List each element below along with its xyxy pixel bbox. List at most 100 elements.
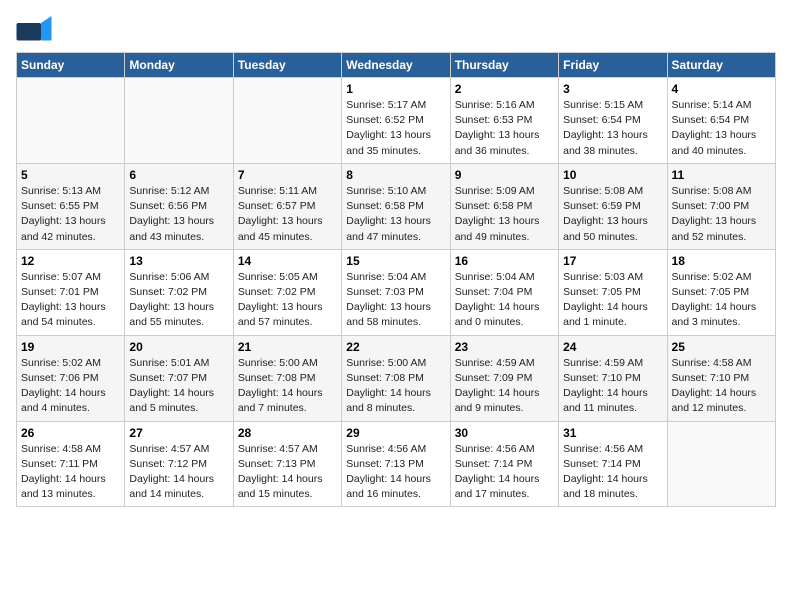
day-number: 2 [455, 82, 554, 96]
calendar-cell: 6Sunrise: 5:12 AM Sunset: 6:56 PM Daylig… [125, 163, 233, 249]
day-number: 17 [563, 254, 662, 268]
day-info: Sunrise: 4:58 AM Sunset: 7:10 PM Dayligh… [672, 356, 771, 417]
calendar-cell: 18 Sunrise: 5:02 AM Sunset: 7:05 PM Dayli… [667, 249, 775, 335]
day-number: 10 [563, 168, 662, 182]
day-info: Sunrise: 4:56 AM Sunset: 7:14 PM Dayligh… [563, 442, 662, 503]
day-number: 5 [21, 168, 120, 182]
calendar-cell: 14Sunrise: 5:05 AM Sunset: 7:02 PM Dayli… [233, 249, 341, 335]
calendar-week-1: 1 Sunrise: 5:17 AM Sunset: 6:52 PM Daylig… [17, 78, 776, 164]
day-info: Sunrise: 5:00 AM Sunset: 7:08 PM Dayligh… [238, 356, 337, 417]
calendar-cell: 22Sunrise: 5:00 AM Sunset: 7:08 PM Dayli… [342, 335, 450, 421]
day-number: 14 [238, 254, 337, 268]
calendar-cell: 20 Sunrise: 5:01 AM Sunset: 7:07 PM Dayli… [125, 335, 233, 421]
calendar-cell: 1 Sunrise: 5:17 AM Sunset: 6:52 PM Daylig… [342, 78, 450, 164]
day-number: 7 [238, 168, 337, 182]
calendar-cell [17, 78, 125, 164]
day-info: Sunrise: 5:07 AM Sunset: 7:01 PM Dayligh… [21, 270, 120, 331]
calendar-header-wednesday: Wednesday [342, 53, 450, 78]
day-number: 1 [346, 82, 445, 96]
calendar-cell: 21Sunrise: 5:00 AM Sunset: 7:08 PM Dayli… [233, 335, 341, 421]
day-number: 28 [238, 426, 337, 440]
day-info: Sunrise: 5:03 AM Sunset: 7:05 PM Dayligh… [563, 270, 662, 331]
day-number: 19 [21, 340, 120, 354]
day-number: 23 [455, 340, 554, 354]
day-info: Sunrise: 5:12 AM Sunset: 6:56 PM Dayligh… [129, 184, 228, 245]
day-number: 27 [129, 426, 228, 440]
day-info: Sunrise: 4:57 AM Sunset: 7:12 PM Dayligh… [129, 442, 228, 503]
day-info: Sunrise: 5:01 AM Sunset: 7:07 PM Dayligh… [129, 356, 228, 417]
day-number: 20 [129, 340, 228, 354]
calendar-week-2: 5 Sunrise: 5:13 AM Sunset: 6:55 PM Daylig… [17, 163, 776, 249]
calendar-header-sunday: Sunday [17, 53, 125, 78]
calendar-header-saturday: Saturday [667, 53, 775, 78]
day-number: 29 [346, 426, 445, 440]
day-info: Sunrise: 5:08 AM Sunset: 7:00 PM Dayligh… [672, 184, 771, 245]
day-number: 8 [346, 168, 445, 182]
day-number: 25 [672, 340, 771, 354]
calendar-week-5: 26 Sunrise: 4:58 AM Sunset: 7:11 PM Dayli… [17, 421, 776, 507]
calendar-cell: 3 Sunrise: 5:15 AM Sunset: 6:54 PM Daylig… [559, 78, 667, 164]
calendar-header-thursday: Thursday [450, 53, 558, 78]
day-info: Sunrise: 4:57 AM Sunset: 7:13 PM Dayligh… [238, 442, 337, 503]
day-info: Sunrise: 4:56 AM Sunset: 7:13 PM Dayligh… [346, 442, 445, 503]
calendar-cell [233, 78, 341, 164]
calendar-cell: 12 Sunrise: 5:07 AM Sunset: 7:01 PM Dayli… [17, 249, 125, 335]
day-info: Sunrise: 5:16 AM Sunset: 6:53 PM Dayligh… [455, 98, 554, 159]
calendar-cell: 19 Sunrise: 5:02 AM Sunset: 7:06 PM Dayli… [17, 335, 125, 421]
calendar-cell: 25 Sunrise: 4:58 AM Sunset: 7:10 PM Dayli… [667, 335, 775, 421]
calendar-cell: 4Sunrise: 5:14 AM Sunset: 6:54 PM Daylig… [667, 78, 775, 164]
day-number: 11 [672, 168, 771, 182]
day-info: Sunrise: 5:11 AM Sunset: 6:57 PM Dayligh… [238, 184, 337, 245]
day-number: 30 [455, 426, 554, 440]
logo-icon [16, 16, 52, 44]
calendar-cell: 28 Sunrise: 4:57 AM Sunset: 7:13 PM Dayli… [233, 421, 341, 507]
calendar-cell: 2 Sunrise: 5:16 AM Sunset: 6:53 PM Daylig… [450, 78, 558, 164]
calendar-header-tuesday: Tuesday [233, 53, 341, 78]
calendar-week-4: 19 Sunrise: 5:02 AM Sunset: 7:06 PM Dayli… [17, 335, 776, 421]
day-info: Sunrise: 5:15 AM Sunset: 6:54 PM Dayligh… [563, 98, 662, 159]
calendar-header-row: SundayMondayTuesdayWednesdayThursdayFrid… [17, 53, 776, 78]
calendar-table: SundayMondayTuesdayWednesdayThursdayFrid… [16, 52, 776, 507]
day-number: 26 [21, 426, 120, 440]
day-info: Sunrise: 5:00 AM Sunset: 7:08 PM Dayligh… [346, 356, 445, 417]
day-info: Sunrise: 5:04 AM Sunset: 7:04 PM Dayligh… [455, 270, 554, 331]
day-info: Sunrise: 5:08 AM Sunset: 6:59 PM Dayligh… [563, 184, 662, 245]
day-info: Sunrise: 5:09 AM Sunset: 6:58 PM Dayligh… [455, 184, 554, 245]
calendar-cell: 29 Sunrise: 4:56 AM Sunset: 7:13 PM Dayli… [342, 421, 450, 507]
day-info: Sunrise: 5:06 AM Sunset: 7:02 PM Dayligh… [129, 270, 228, 331]
calendar-cell: 13Sunrise: 5:06 AM Sunset: 7:02 PM Dayli… [125, 249, 233, 335]
calendar-cell [667, 421, 775, 507]
calendar-header-friday: Friday [559, 53, 667, 78]
day-number: 15 [346, 254, 445, 268]
day-info: Sunrise: 5:14 AM Sunset: 6:54 PM Dayligh… [672, 98, 771, 159]
calendar-cell: 27 Sunrise: 4:57 AM Sunset: 7:12 PM Dayli… [125, 421, 233, 507]
calendar-cell: 26 Sunrise: 4:58 AM Sunset: 7:11 PM Dayli… [17, 421, 125, 507]
calendar-cell: 30 Sunrise: 4:56 AM Sunset: 7:14 PM Dayli… [450, 421, 558, 507]
day-number: 9 [455, 168, 554, 182]
calendar-cell: 10 Sunrise: 5:08 AM Sunset: 6:59 PM Dayli… [559, 163, 667, 249]
calendar-cell: 9 Sunrise: 5:09 AM Sunset: 6:58 PM Daylig… [450, 163, 558, 249]
calendar-cell: 7 Sunrise: 5:11 AM Sunset: 6:57 PM Daylig… [233, 163, 341, 249]
day-info: Sunrise: 5:17 AM Sunset: 6:52 PM Dayligh… [346, 98, 445, 159]
page-header [16, 16, 776, 44]
logo [16, 16, 56, 44]
day-number: 3 [563, 82, 662, 96]
day-info: Sunrise: 4:58 AM Sunset: 7:11 PM Dayligh… [21, 442, 120, 503]
day-number: 12 [21, 254, 120, 268]
day-number: 18 [672, 254, 771, 268]
calendar-cell: 8Sunrise: 5:10 AM Sunset: 6:58 PM Daylig… [342, 163, 450, 249]
day-info: Sunrise: 5:02 AM Sunset: 7:05 PM Dayligh… [672, 270, 771, 331]
day-info: Sunrise: 4:59 AM Sunset: 7:10 PM Dayligh… [563, 356, 662, 417]
day-number: 16 [455, 254, 554, 268]
calendar-cell: 23Sunrise: 4:59 AM Sunset: 7:09 PM Dayli… [450, 335, 558, 421]
calendar-cell: 16 Sunrise: 5:04 AM Sunset: 7:04 PM Dayli… [450, 249, 558, 335]
day-info: Sunrise: 5:04 AM Sunset: 7:03 PM Dayligh… [346, 270, 445, 331]
calendar-cell: 15 Sunrise: 5:04 AM Sunset: 7:03 PM Dayli… [342, 249, 450, 335]
day-info: Sunrise: 5:13 AM Sunset: 6:55 PM Dayligh… [21, 184, 120, 245]
calendar-cell: 17 Sunrise: 5:03 AM Sunset: 7:05 PM Dayli… [559, 249, 667, 335]
calendar-cell: 24 Sunrise: 4:59 AM Sunset: 7:10 PM Dayli… [559, 335, 667, 421]
day-number: 24 [563, 340, 662, 354]
day-info: Sunrise: 5:02 AM Sunset: 7:06 PM Dayligh… [21, 356, 120, 417]
calendar-cell: 5 Sunrise: 5:13 AM Sunset: 6:55 PM Daylig… [17, 163, 125, 249]
day-info: Sunrise: 4:56 AM Sunset: 7:14 PM Dayligh… [455, 442, 554, 503]
